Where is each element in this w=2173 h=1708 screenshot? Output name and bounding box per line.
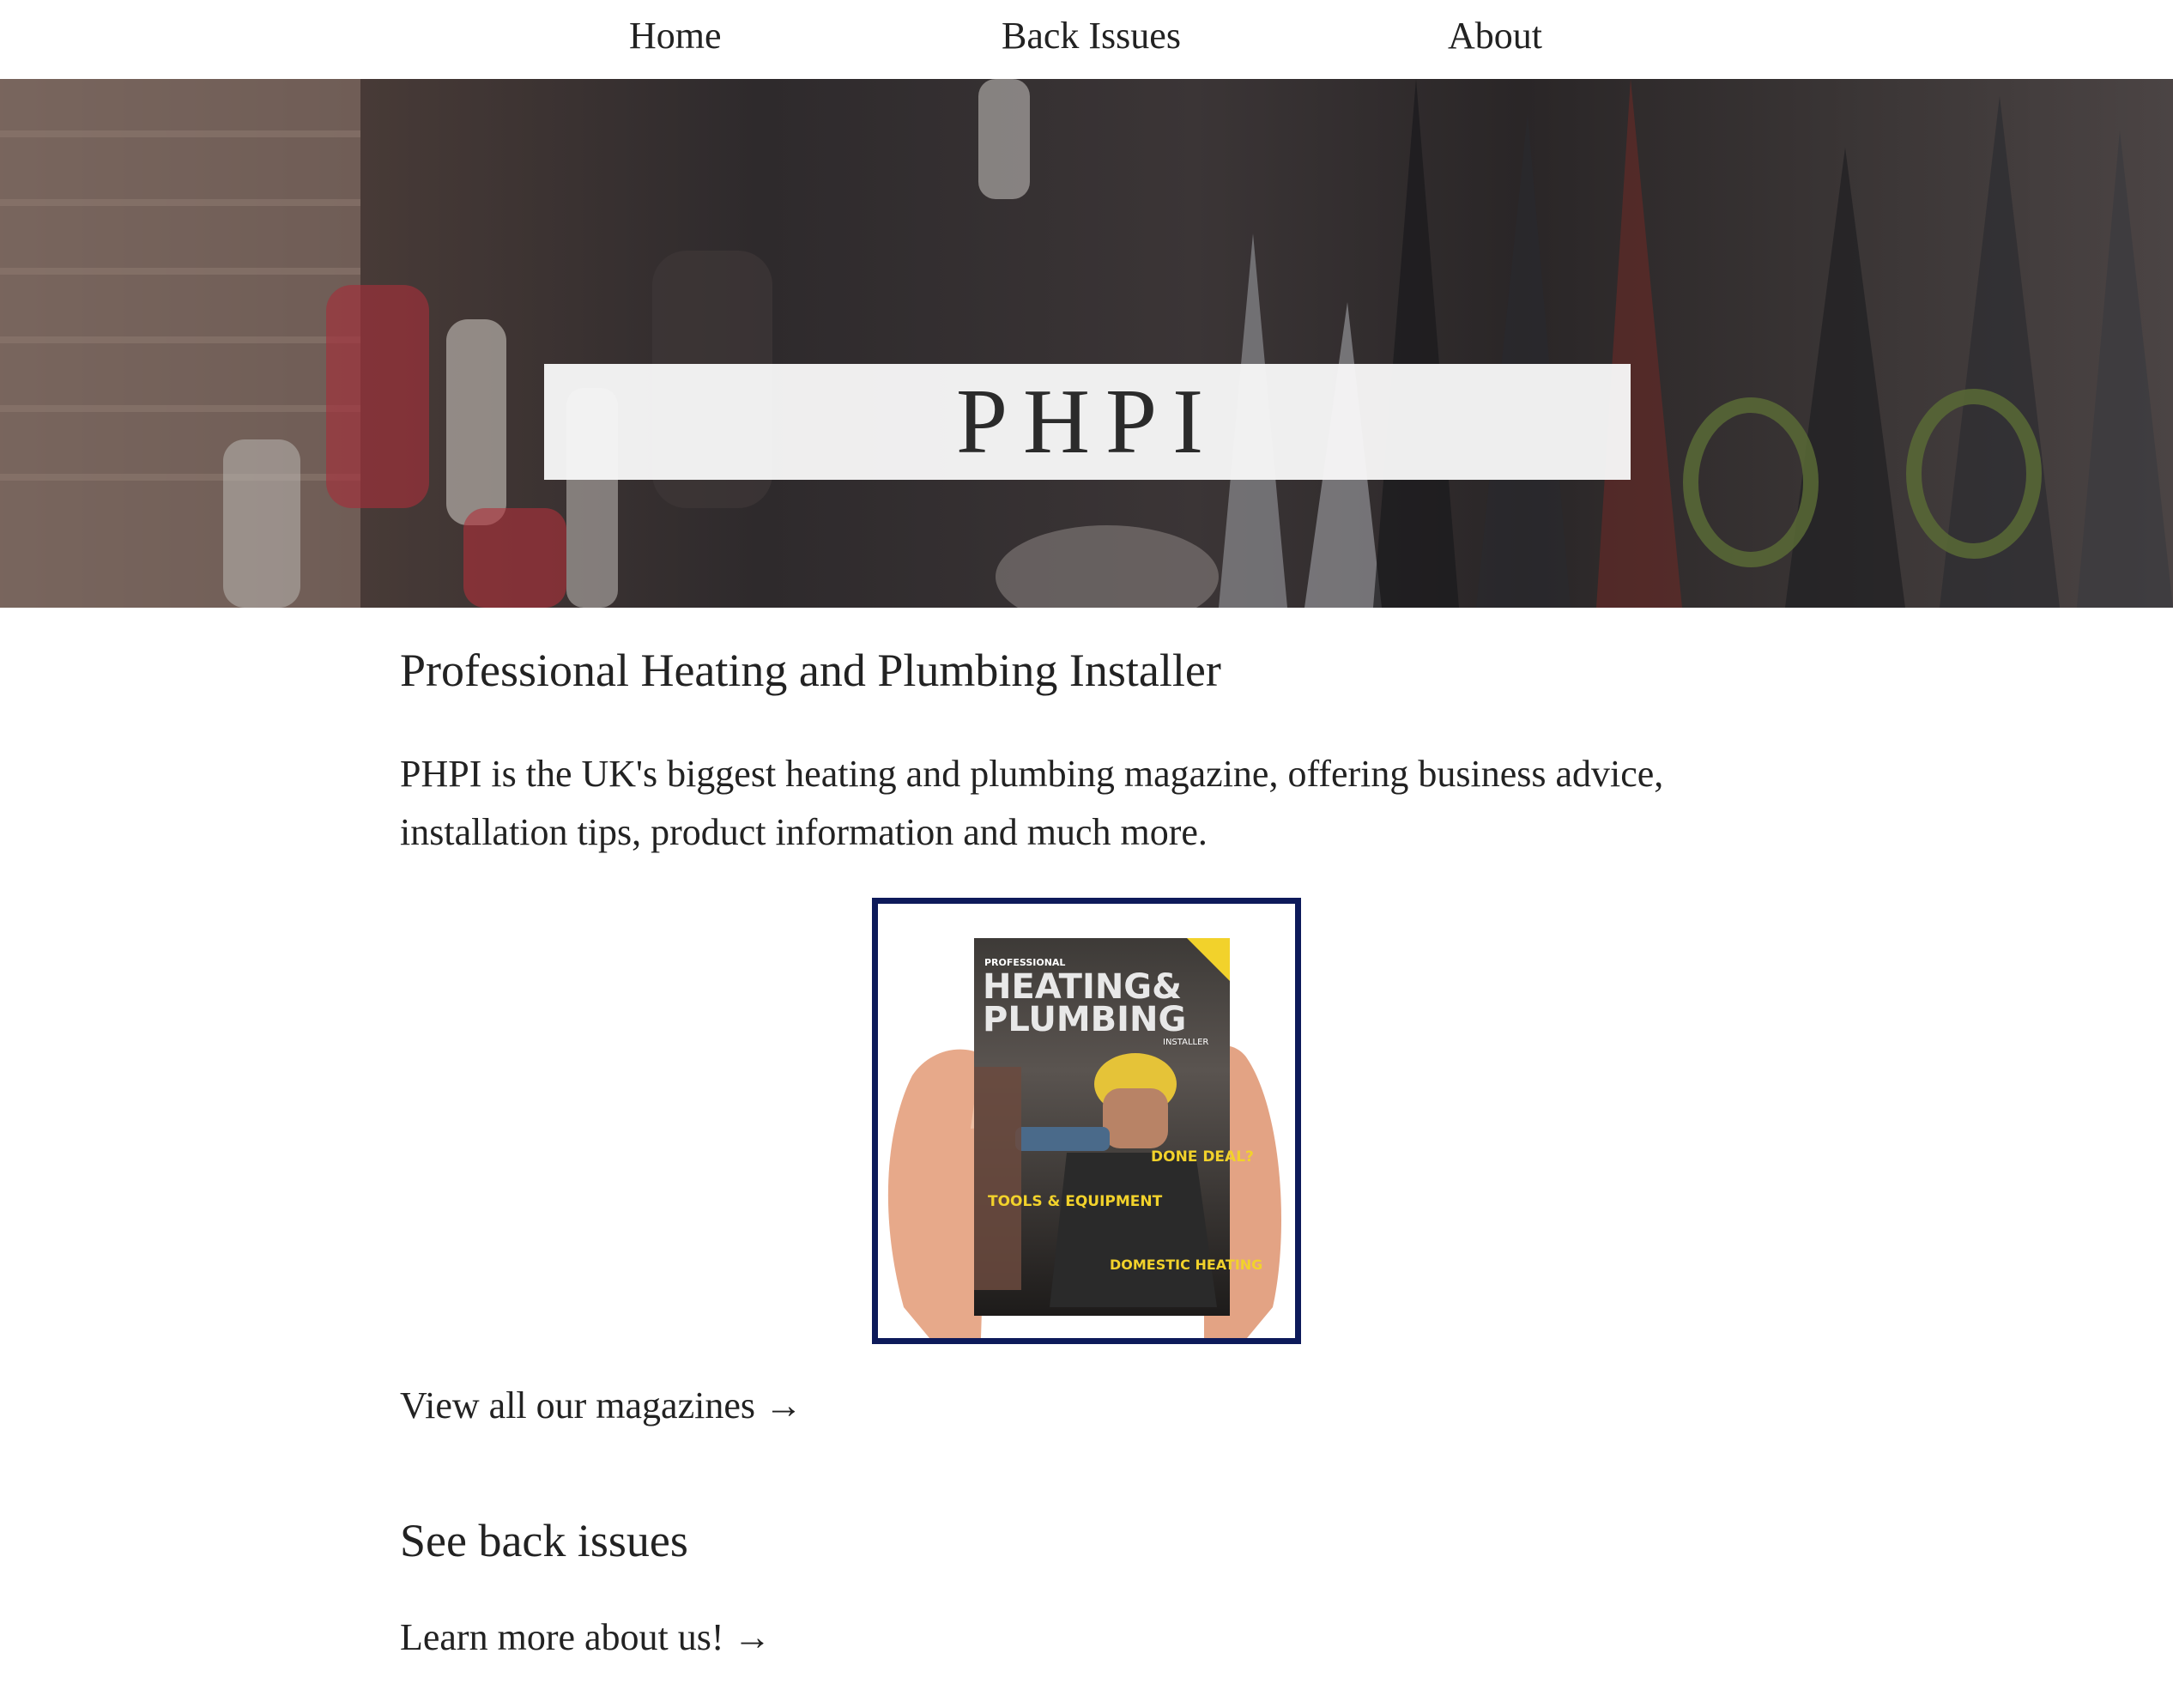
view-all-magazines-link[interactable]: View all our magazines → xyxy=(400,1384,802,1427)
site-title: PHPI xyxy=(955,371,1220,473)
cover-headline-2: TOOLS & EQUIPMENT xyxy=(988,1193,1163,1210)
cover-masthead-line2: PLUMBING xyxy=(983,1000,1186,1039)
back-issues-heading[interactable]: See back issues xyxy=(400,1514,688,1567)
magazine-cover-image: PROFESSIONAL HEATING& PLUMBING INSTALLER… xyxy=(872,898,1301,1344)
site-title-box: PHPI xyxy=(544,364,1631,480)
tools-photo-icon xyxy=(0,79,2173,608)
hero-banner: PHPI xyxy=(0,79,2173,608)
learn-more-about-link[interactable]: Learn more about us! → xyxy=(400,1615,772,1659)
page-subtitle: Professional Heating and Plumbing Instal… xyxy=(400,645,1221,696)
nav-back-issues-link[interactable]: Back Issues xyxy=(1002,14,1181,58)
nav-home-link[interactable]: Home xyxy=(629,14,722,58)
nav-about-link[interactable]: About xyxy=(1448,14,1542,58)
cover-headline-3: DOMESTIC HEATING xyxy=(1110,1257,1262,1273)
magazine-cover-icon: PROFESSIONAL HEATING& PLUMBING INSTALLER… xyxy=(887,938,1281,1338)
cover-headline-1: DONE DEAL? xyxy=(1151,1148,1254,1166)
intro-paragraph: PHPI is the UK's biggest heating and plu… xyxy=(400,753,1664,853)
top-nav: Home Back Issues About xyxy=(0,0,2173,79)
cover-masthead-sub: INSTALLER xyxy=(1163,1038,1208,1047)
